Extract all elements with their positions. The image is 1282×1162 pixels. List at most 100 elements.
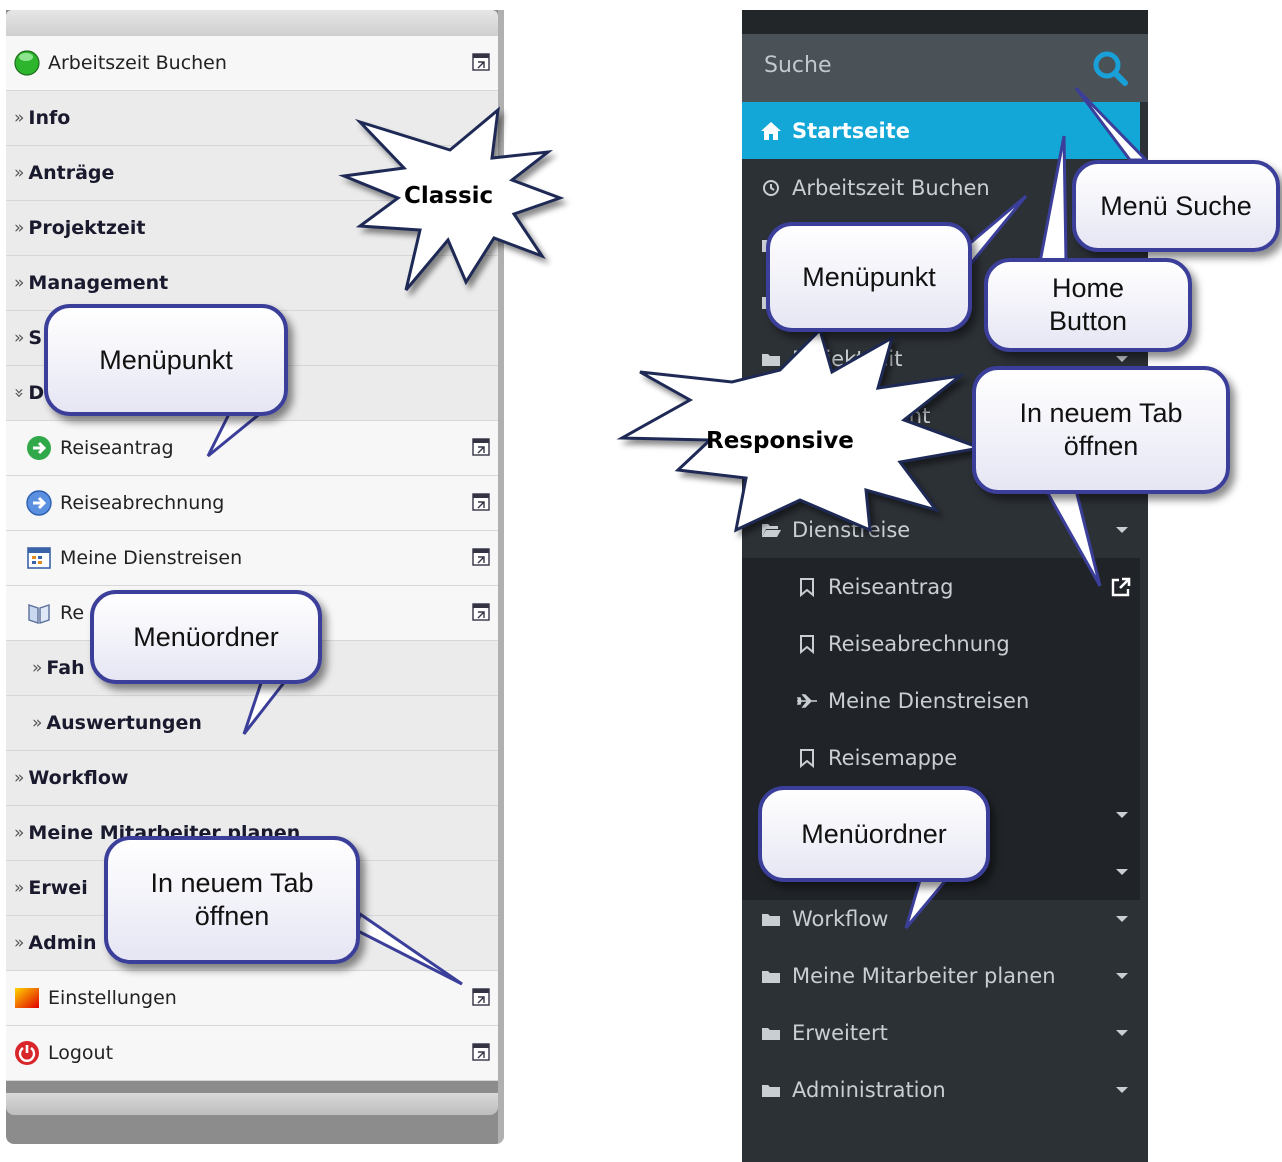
classic-item-label: Reiseabrechnung [60,492,225,514]
callout-text: Menü Suche [1100,190,1252,221]
green-arrow-icon [27,436,51,460]
caret-down-icon [1116,869,1128,875]
folder-icon [762,467,780,480]
double-chevron-icon: » [14,163,25,183]
classic-item-label: Re [60,602,85,624]
classic-frame-edge [498,10,504,1144]
menu-folder-workflow[interactable]: Workflow [742,890,1140,947]
menu-folder-label: Erweitert [792,1020,888,1045]
classic-item-arbeitszeit-buchen[interactable]: Arbeitszeit Buchen [6,36,498,91]
caret-down-icon [1116,916,1128,922]
calendar-icon [27,547,51,569]
search-icon[interactable] [1090,48,1130,88]
classic-top-bar [6,10,498,36]
classic-item-einstellungen[interactable]: Einstellungen [6,971,498,1026]
classic-item-logout[interactable]: Logout [6,1026,498,1081]
green-orb-icon [14,50,40,76]
classic-item-reiseabrechnung[interactable]: Reiseabrechnung [6,476,498,531]
caret-down-icon [1116,812,1128,818]
menu-folder-administration[interactable]: Administration [742,1061,1140,1118]
classic-folder-label: Management [28,272,169,294]
classic-folder-label: Projektzeit [28,217,146,239]
caret-down-icon [1116,1030,1128,1036]
double-chevron-icon: » [14,218,25,238]
classic-item-label: Logout [48,1042,114,1064]
open-in-new-tab-icon[interactable] [472,53,490,71]
classic-item-label: Arbeitszeit Buchen [48,52,227,74]
gradient-square-icon [15,988,39,1008]
menu-item-meine-dienstreisen[interactable]: Meine Dienstreisen [742,672,1140,729]
classic-folder-info[interactable]: » Info [6,91,498,146]
classic-item-reiseantrag[interactable]: Reiseantrag [6,421,498,476]
callout-text-line2: Button [1048,306,1128,336]
menu-folder-label: Administration [792,1077,946,1102]
classic-folder-management[interactable]: » Management [6,256,498,311]
external-link-icon[interactable] [1110,576,1132,598]
classic-folder-label: S [28,327,43,349]
folder-icon [762,410,780,423]
classic-folder-label: Erwei [28,877,88,899]
menu-folder-label: Projektzeit [792,346,903,371]
callout-resp-tab: In neuem Tab öffnen [972,366,1230,494]
menu-item-label: Reiseabrechnung [828,631,1010,656]
classic-folder-label: D [28,382,45,404]
menu-item-reisemappe[interactable]: Reisemappe [742,729,1140,786]
menu-folder-label: Reports [792,460,873,485]
clock-icon [763,179,779,196]
callout-text: Menüordner [801,818,947,849]
double-chevron-icon: » [14,933,25,953]
open-in-new-tab-icon[interactable] [472,548,490,566]
classic-item-label: Meine Dienstreisen [60,547,243,569]
menu-search[interactable]: Suche [742,34,1148,102]
classic-sidebar: Arbeitszeit Buchen » Info » Anträge » Pr… [6,10,504,1144]
folder-icon [762,1027,780,1040]
callout-resp-home-button: Home Button [984,258,1192,352]
classic-bottom-bar [6,1093,498,1115]
bookmark-icon [800,577,814,597]
callout-classic-tab: In neuem Tab öffnen [104,836,360,964]
classic-folder-label: Auswertungen [46,712,202,734]
double-chevron-icon: » [14,878,25,898]
menu-folder-dienstreise[interactable]: Dienstreise [742,501,1140,558]
open-in-new-tab-icon[interactable] [472,1043,490,1061]
menu-folder-erweitert[interactable]: Erweitert [742,1004,1140,1061]
callout-text-line1: In neuem Tab [1019,398,1183,428]
classic-star-label: Classic [404,183,494,209]
classic-folder-label: Fah [46,657,85,679]
blue-arrow-icon [26,490,52,516]
menu-folder-meine-mitarbeiter-planen[interactable]: Meine Mitarbeiter planen [742,947,1140,1004]
classic-item-meine-dienstreisen[interactable]: Meine Dienstreisen [6,531,498,586]
open-in-new-tab-icon[interactable] [472,438,490,456]
menu-item-label: Meine Dienstreisen [828,688,1030,713]
home-button[interactable]: Startseite [742,102,1140,159]
classic-folder-projektzeit[interactable]: » Projektzeit [6,201,498,256]
callout-text: Menüordner [133,621,279,652]
classic-folder-label: Admin [28,932,97,954]
open-in-new-tab-icon[interactable] [472,988,490,1006]
plane-icon [796,693,817,708]
classic-folder-label: Info [28,107,71,129]
bookmark-icon [800,748,814,768]
caret-down-icon [1116,973,1128,979]
responsive-star-label: Responsive [706,428,854,454]
callout-text: Menüpunkt [802,261,936,292]
caret-down-icon [1116,1087,1128,1093]
menu-item-reiseabrechnung[interactable]: Reiseabrechnung [742,615,1140,672]
menu-item-reiseantrag[interactable]: Reiseantrag [742,558,1140,615]
open-in-new-tab-icon[interactable] [472,603,490,621]
double-chevron-icon: » [14,328,25,348]
responsive-top-strip [742,10,1148,34]
classic-subfolder-auswertungen[interactable]: » Auswertungen [6,696,498,751]
menu-item-label: Startseite [792,118,910,143]
power-icon [15,1041,39,1065]
double-chevron-icon: » [14,823,25,843]
folder-icon [762,970,780,983]
menu-item-label: Reisemappe [828,745,958,770]
caret-down-icon [1116,527,1128,533]
bookmark-icon [800,634,814,654]
callout-text-line1: In neuem Tab [150,868,314,898]
callout-resp-menuordner: Menüordner [758,786,990,882]
classic-folder-workflow[interactable]: » Workflow [6,751,498,806]
open-in-new-tab-icon[interactable] [472,493,490,511]
callout-classic-menupunkt: Menüpunkt [44,304,288,416]
